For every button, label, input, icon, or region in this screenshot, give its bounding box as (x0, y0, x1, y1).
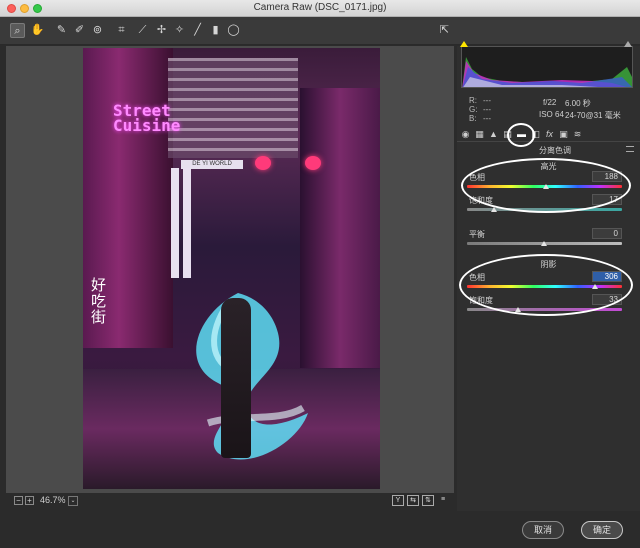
panel-title: 分离色调 (539, 146, 571, 155)
graduated-filter-icon[interactable]: ▮ (208, 23, 223, 38)
ok-button[interactable]: 确定 (581, 521, 623, 539)
cancel-button[interactable]: 取消 (522, 521, 564, 539)
preview-canvas[interactable]: Street Cuisine 好吃街 DE YI WORLD (6, 46, 454, 493)
zoom-level: 46.7% (40, 495, 66, 505)
balance-label: 平衡 (469, 230, 485, 239)
r-value: --- (483, 96, 491, 105)
shadow-clipping-warning-icon[interactable] (460, 41, 468, 47)
panel-tabs: ◉ ▦ ▲ ▤ ▬ ◧ fx ▣ ≋ (457, 128, 640, 142)
b-label: B: (469, 114, 477, 123)
copy-settings-button[interactable]: ⇅ (422, 495, 434, 506)
window-title: Camera Raw (DSC_0171.jpg) (253, 2, 387, 13)
highlights-highlight-circle (461, 158, 631, 213)
white-balance-tool-icon[interactable]: ✎ (54, 23, 69, 38)
detail-tab-icon[interactable]: ▲ (488, 129, 499, 140)
tab-highlight-circle (507, 123, 535, 147)
swap-settings-button[interactable]: ⇆ (407, 495, 419, 506)
shutter-value: 6.00 秒 (565, 99, 591, 108)
histogram-graph (462, 57, 632, 87)
photo-figure (221, 298, 251, 458)
camera-info: R: --- G: --- B: --- f/22 6.00 秒 ISO 64 … (461, 96, 633, 124)
red-eye-tool-icon[interactable]: ✧ (172, 23, 187, 38)
zoom-bar: − + 46.7% ⌄ Y ⇆ ⇅ ≡ (6, 494, 454, 508)
camera-calibration-tab-icon[interactable]: ▣ (558, 129, 569, 140)
hand-tool-icon[interactable]: ✋ (30, 23, 45, 38)
aperture-value: f/22 (543, 98, 557, 107)
g-label: G: (469, 105, 478, 114)
panel-menu-icon[interactable] (626, 146, 634, 152)
radial-filter-icon[interactable]: ◯ (226, 23, 241, 38)
b-value: --- (483, 114, 491, 123)
r-label: R: (469, 96, 477, 105)
targeted-adjustment-tool-icon[interactable]: ⊚ (90, 23, 105, 38)
crop-tool-icon[interactable]: ⌗ (114, 23, 129, 38)
straighten-tool-icon[interactable]: ⟋ (135, 23, 150, 38)
basic-tab-icon[interactable]: ◉ (460, 129, 471, 140)
effects-tab-icon[interactable]: fx (544, 129, 555, 140)
lens-value: 24-70@31 毫米 (565, 111, 621, 120)
tone-curve-tab-icon[interactable]: ▦ (474, 129, 485, 140)
histogram (461, 46, 633, 88)
zoom-out-button[interactable]: − (14, 496, 23, 505)
photo-archway (168, 58, 298, 158)
photo-lantern (305, 156, 321, 170)
adjustment-brush-icon[interactable]: ╱ (190, 23, 205, 38)
presets-tab-icon[interactable]: ≋ (572, 129, 583, 140)
balance-thumb[interactable] (541, 241, 547, 246)
toolbar: ⌕ ✋ ✎ ✐ ⊚ ⌗ ⟋ ✢ ✧ ╱ ▮ ◯ ⇱ (0, 17, 640, 45)
photo-preview[interactable]: Street Cuisine 好吃街 DE YI WORLD (83, 48, 380, 489)
zoom-tool-icon[interactable]: ⌕ (10, 23, 25, 38)
before-after-button[interactable]: Y (392, 495, 404, 506)
title-bar: Camera Raw (DSC_0171.jpg) (0, 0, 640, 17)
zoom-dropdown[interactable]: ⌄ (68, 496, 78, 506)
shadows-highlight-circle (459, 254, 633, 316)
zoom-in-button[interactable]: + (25, 496, 34, 505)
view-settings-icon[interactable]: ≡ (437, 495, 449, 506)
balance-input[interactable]: 0 (592, 228, 622, 239)
photo-neon-hanzi: 好吃街 (91, 277, 107, 326)
open-preferences-icon[interactable]: ⇱ (437, 23, 452, 38)
photo-neon-sign: Street Cuisine (113, 101, 181, 135)
color-sampler-tool-icon[interactable]: ✐ (72, 23, 87, 38)
g-value: --- (483, 105, 491, 114)
highlight-clipping-warning-icon[interactable] (624, 41, 632, 47)
iso-value: ISO 64 (539, 110, 564, 119)
photo-lantern (255, 156, 271, 170)
spot-removal-tool-icon[interactable]: ✢ (154, 23, 169, 38)
photo-vertical-banner (183, 168, 191, 278)
adjustment-panel: R: --- G: --- B: --- f/22 6.00 秒 ISO 64 … (457, 41, 640, 511)
photo-vertical-banner (171, 168, 179, 278)
